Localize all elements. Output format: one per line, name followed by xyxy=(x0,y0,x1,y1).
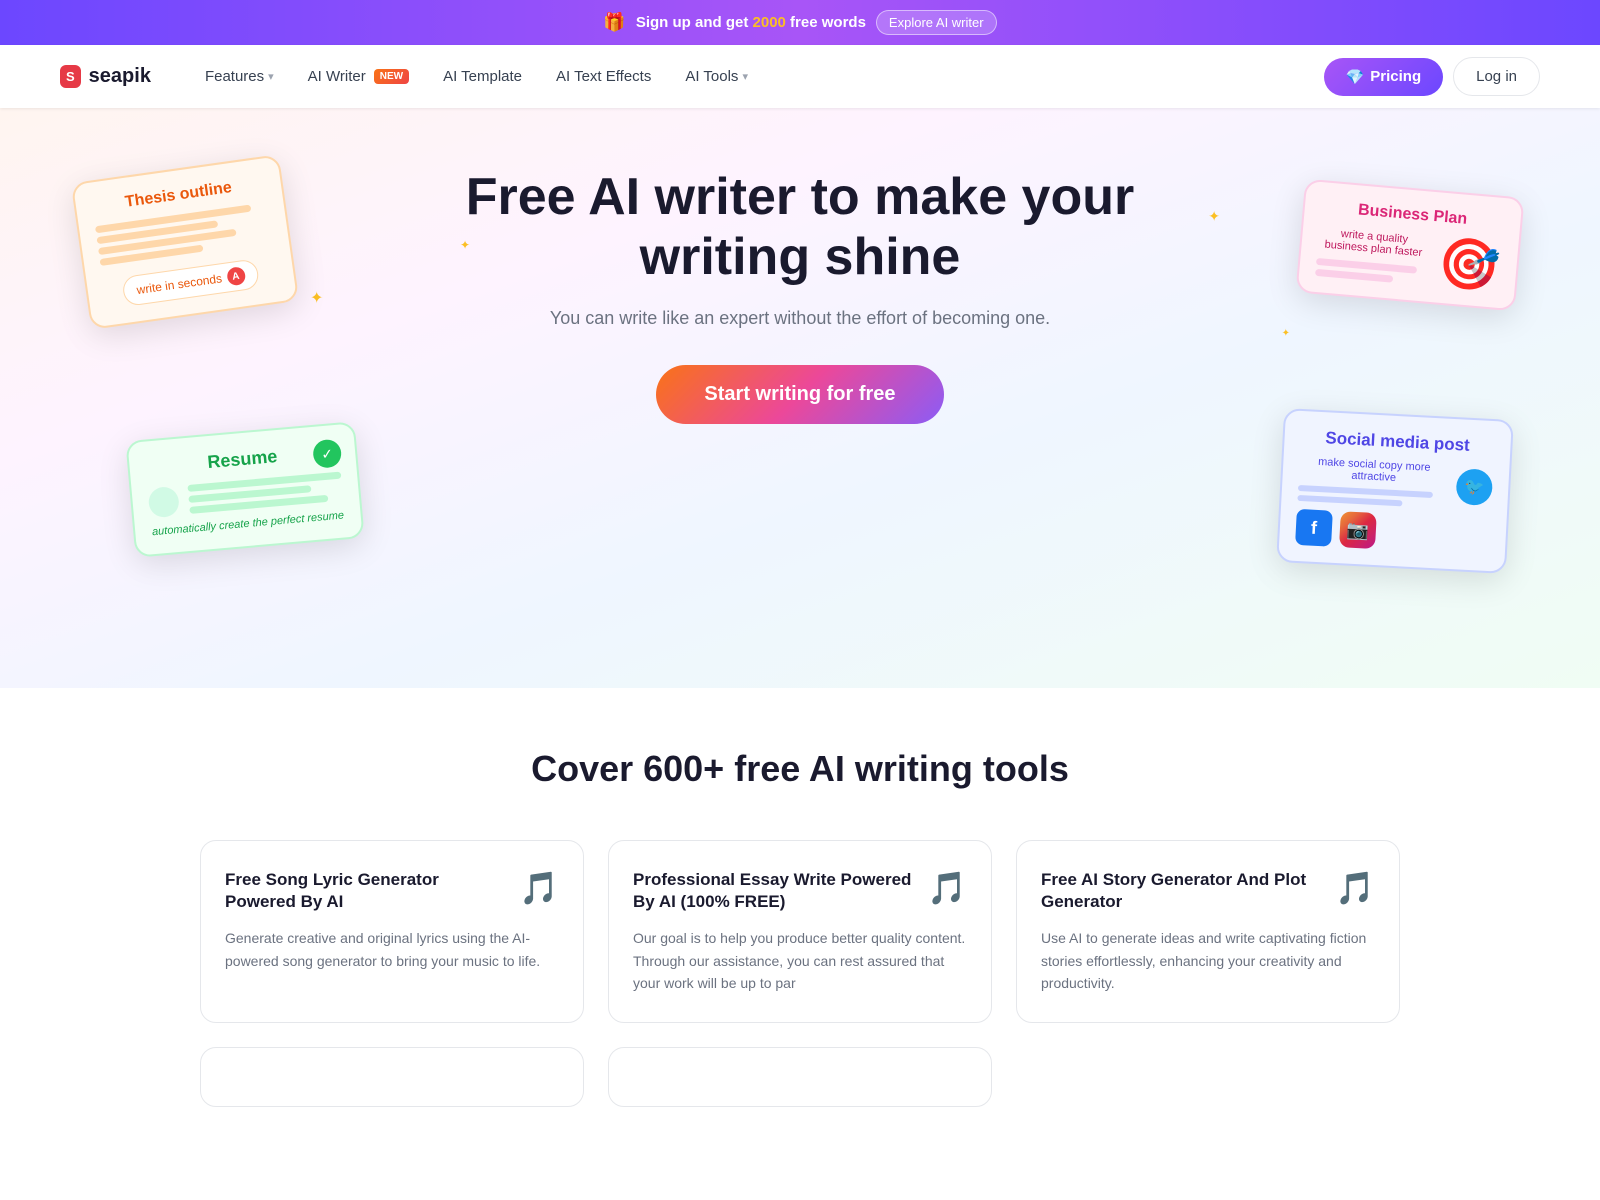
partial-card-0 xyxy=(200,1047,584,1107)
tool-card-title-1: Professional Essay Write Powered By AI (… xyxy=(633,869,927,913)
tool-card-header-1: Professional Essay Write Powered By AI (… xyxy=(633,869,967,913)
top-banner: 🎁 Sign up and get 2000 free words Explor… xyxy=(0,0,1600,45)
nav-ai-tools[interactable]: AI Tools ▾ xyxy=(671,60,762,93)
login-button[interactable]: Log in xyxy=(1453,57,1540,96)
banner-text: Sign up and get 2000 free words xyxy=(636,14,866,31)
hero-section: ✦ ✦ ✦ ✦ Thesis outline write in seconds … xyxy=(0,108,1600,688)
hero-subtitle: You can write like an expert without the… xyxy=(40,308,1560,329)
tool-card-desc-0: Generate creative and original lyrics us… xyxy=(225,927,559,972)
pricing-label: Pricing xyxy=(1370,68,1421,85)
tools-partial-cards xyxy=(200,1047,1400,1107)
nav-links: Features ▾ AI Writer NEW AI Template AI … xyxy=(191,60,1324,93)
tool-card-title-0: Free Song Lyric Generator Powered By AI xyxy=(225,869,519,913)
resume-card: Resume ✓ automatically create the perfec… xyxy=(125,421,364,558)
tool-card-desc-1: Our goal is to help you produce better q… xyxy=(633,927,967,994)
nav-ai-text-effects-label: AI Text Effects xyxy=(556,68,651,85)
nav-ai-writer-label: AI Writer xyxy=(308,68,366,85)
tool-card-header-2: Free AI Story Generator And Plot Generat… xyxy=(1041,869,1375,913)
partial-card-1 xyxy=(608,1047,992,1107)
resume-card-title: Resume xyxy=(145,441,340,479)
thesis-dot-icon: A xyxy=(226,266,246,286)
tool-icon-0: 🎵 xyxy=(519,869,559,907)
chevron-down-icon: ▾ xyxy=(268,70,274,83)
logo-text: seapik xyxy=(89,65,151,88)
nav-features-label: Features xyxy=(205,68,264,85)
facebook-icon: f xyxy=(1295,509,1333,547)
nav-right: 💎 Pricing Log in xyxy=(1324,57,1540,96)
tool-card-2[interactable]: Free AI Story Generator And Plot Generat… xyxy=(1016,840,1400,1023)
pricing-button[interactable]: 💎 Pricing xyxy=(1324,58,1444,96)
star-icon-3: ✦ xyxy=(1208,208,1220,225)
nav-ai-text-effects[interactable]: AI Text Effects xyxy=(542,60,665,93)
twitter-icon: 🐦 xyxy=(1455,468,1493,506)
tool-card-header-0: Free Song Lyric Generator Powered By AI … xyxy=(225,869,559,913)
navbar: S seapik Features ▾ AI Writer NEW AI Tem… xyxy=(0,45,1600,108)
hero-title: Free AI writer to make your writing shin… xyxy=(390,168,1210,288)
instagram-icon: 📷 xyxy=(1339,511,1377,549)
nav-ai-writer[interactable]: AI Writer NEW xyxy=(294,60,423,93)
nav-ai-tools-label: AI Tools xyxy=(685,68,738,85)
cta-start-writing-button[interactable]: Start writing for free xyxy=(656,365,943,424)
nav-ai-template-label: AI Template xyxy=(443,68,522,85)
logo-icon: S xyxy=(60,65,81,88)
target-icon: 🎯 xyxy=(1436,237,1502,292)
social-line-2 xyxy=(1297,495,1402,506)
business-card-title: Business Plan xyxy=(1320,198,1505,232)
tool-icon-2: 🎵 xyxy=(1335,869,1375,907)
social-card-title: Social media post xyxy=(1300,427,1495,457)
gift-icon: 🎁 xyxy=(603,12,625,33)
social-icons: f 📷 xyxy=(1295,509,1491,555)
tool-card-title-2: Free AI Story Generator And Plot Generat… xyxy=(1041,869,1335,913)
nav-ai-template[interactable]: AI Template xyxy=(429,60,536,93)
social-card: Social media post make social copy more … xyxy=(1276,408,1514,574)
tools-section: Cover 600+ free AI writing tools Free So… xyxy=(0,688,1600,1147)
logo-link[interactable]: S seapik xyxy=(60,65,151,88)
thesis-btn-text: write in seconds xyxy=(136,271,223,297)
word-count-highlight: 2000 xyxy=(753,14,786,31)
gem-icon: 💎 xyxy=(1346,68,1365,86)
chevron-down-icon-tools: ▾ xyxy=(742,70,748,83)
social-card-desc: make social copy more attractive xyxy=(1298,455,1449,487)
tool-card-1[interactable]: Professional Essay Write Powered By AI (… xyxy=(608,840,992,1023)
tool-card-desc-2: Use AI to generate ideas and write capti… xyxy=(1041,927,1375,994)
business-card-desc: write a quality business plan faster xyxy=(1317,226,1430,260)
star-icon-4: ✦ xyxy=(1282,328,1290,339)
tools-title: Cover 600+ free AI writing tools xyxy=(60,748,1540,790)
star-icon-1: ✦ xyxy=(310,288,323,308)
tool-icon-1: 🎵 xyxy=(927,869,967,907)
partial-card-spacer xyxy=(1016,1047,1400,1107)
tool-card-0[interactable]: Free Song Lyric Generator Powered By AI … xyxy=(200,840,584,1023)
nav-features[interactable]: Features ▾ xyxy=(191,60,288,93)
tools-cards-grid: Free Song Lyric Generator Powered By AI … xyxy=(200,840,1400,1023)
thesis-write-btn: write in seconds A xyxy=(122,258,260,307)
business-card: Business Plan write a quality business p… xyxy=(1295,179,1524,312)
new-badge: NEW xyxy=(374,69,409,84)
resume-avatar xyxy=(148,486,181,519)
explore-ai-writer-button[interactable]: Explore AI writer xyxy=(876,10,997,35)
business-line-2 xyxy=(1315,269,1394,283)
thesis-card: Thesis outline write in seconds A xyxy=(71,154,300,330)
